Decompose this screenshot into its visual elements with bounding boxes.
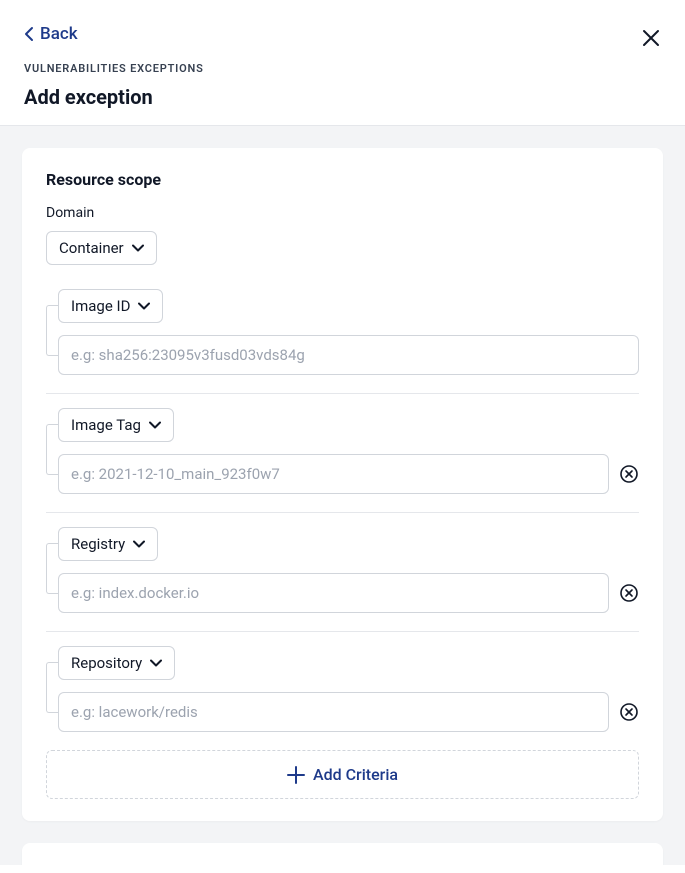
page-header: Back VULNERABILITIES EXCEPTIONS Add exce… <box>0 0 685 126</box>
chevron-down-icon <box>149 421 161 429</box>
remove-criteria-button[interactable] <box>619 464 639 484</box>
vulnerability-criteria-panel: Vulnerability criteria <box>22 843 663 865</box>
remove-icon <box>620 703 638 721</box>
criteria-group: Image ID <box>46 275 639 375</box>
remove-icon <box>620 584 638 602</box>
domain-select-value: Container <box>59 239 124 257</box>
resource-scope-panel: Resource scope Domain Container Image ID <box>22 148 663 821</box>
criteria-type-label: Registry <box>71 535 125 553</box>
criteria-value-input[interactable] <box>58 454 609 494</box>
criteria-type-select[interactable]: Registry <box>58 527 158 561</box>
remove-icon <box>620 465 638 483</box>
back-button[interactable]: Back <box>24 24 661 44</box>
chevron-down-icon <box>133 540 145 548</box>
back-label: Back <box>40 24 78 44</box>
remove-criteria-button[interactable] <box>619 583 639 603</box>
criteria-type-label: Image Tag <box>71 416 141 434</box>
criteria-type-select[interactable]: Image Tag <box>58 408 174 442</box>
body-area: Resource scope Domain Container Image ID <box>0 126 685 865</box>
add-criteria-button[interactable]: Add Criteria <box>46 750 639 799</box>
breadcrumb: VULNERABILITIES EXCEPTIONS <box>24 62 661 75</box>
close-icon <box>642 29 660 47</box>
criteria-type-select[interactable]: Image ID <box>58 289 163 323</box>
criteria-type-label: Image ID <box>71 297 130 315</box>
criteria-value-input[interactable] <box>58 573 609 613</box>
chevron-left-icon <box>24 26 34 42</box>
add-criteria-label: Add Criteria <box>313 765 398 784</box>
plus-icon <box>287 766 305 784</box>
criteria-group: Repository <box>46 631 639 732</box>
criteria-value-input[interactable] <box>58 692 609 732</box>
chevron-down-icon <box>138 302 150 310</box>
close-button[interactable] <box>641 28 661 48</box>
resource-scope-title: Resource scope <box>46 170 639 189</box>
criteria-group: Image Tag <box>46 393 639 494</box>
criteria-group: Registry <box>46 512 639 613</box>
criteria-value-input[interactable] <box>58 335 639 375</box>
chevron-down-icon <box>150 659 162 667</box>
criteria-type-select[interactable]: Repository <box>58 646 175 680</box>
page-title: Add exception <box>24 85 661 109</box>
remove-criteria-button[interactable] <box>619 702 639 722</box>
chevron-down-icon <box>132 244 144 252</box>
domain-select[interactable]: Container <box>46 231 157 265</box>
domain-label: Domain <box>46 205 639 221</box>
criteria-type-label: Repository <box>71 654 142 672</box>
